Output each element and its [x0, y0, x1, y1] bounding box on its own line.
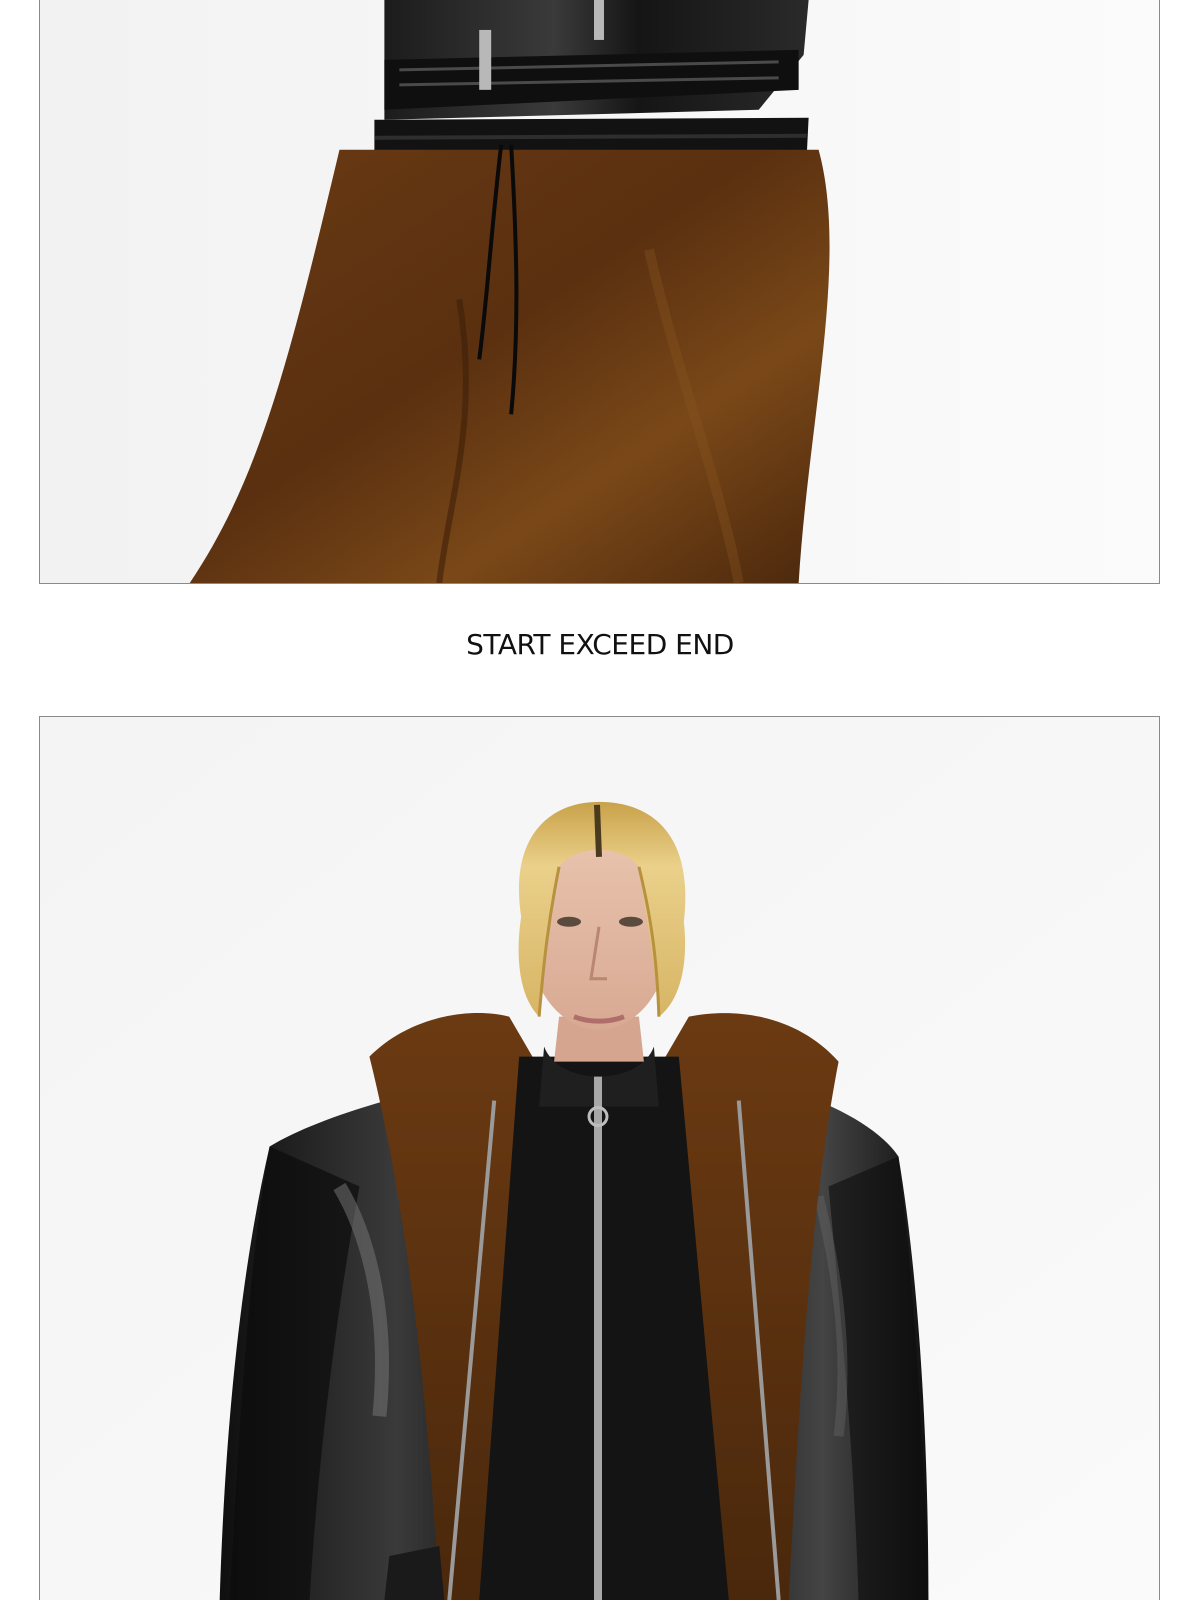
top-photo [39, 0, 1160, 584]
bottom-photo [39, 716, 1160, 1600]
model-jacket-image [40, 717, 1159, 1600]
caption-text: START EXCEED END [466, 628, 734, 661]
fur-trousers-image [40, 0, 1159, 583]
